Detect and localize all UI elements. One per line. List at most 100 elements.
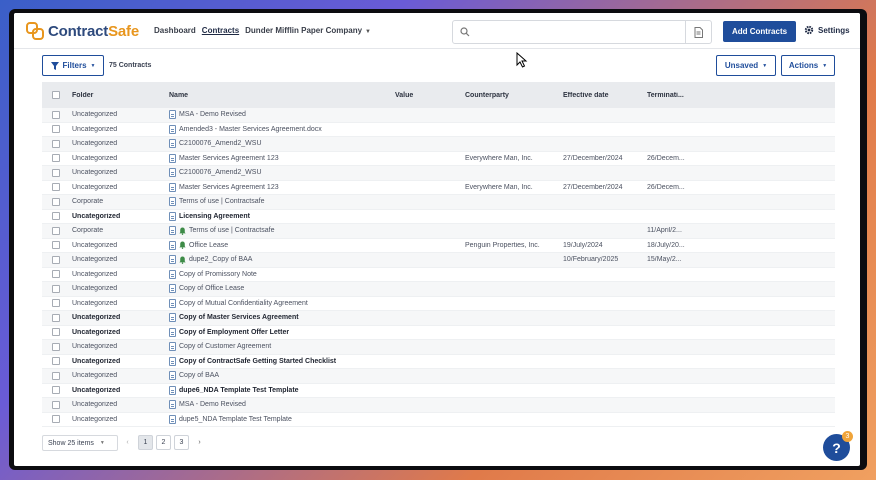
cell-name[interactable]: Terms of use | Contractsafe bbox=[169, 226, 395, 236]
select-all-checkbox[interactable] bbox=[52, 91, 60, 99]
row-checkbox[interactable] bbox=[52, 255, 60, 264]
table-row[interactable]: Uncategorized Copy of Employment Offer Le… bbox=[42, 326, 835, 340]
table-row[interactable]: Uncategorized C2100076_Amend2_WSU bbox=[42, 166, 835, 181]
row-checkbox[interactable] bbox=[52, 197, 60, 206]
cell-name[interactable]: Copy of Employment Offer Letter bbox=[169, 327, 395, 337]
row-checkbox[interactable] bbox=[52, 125, 60, 134]
contract-name-link[interactable]: Copy of BAA bbox=[179, 372, 219, 379]
table-row[interactable]: Corporate Terms of use | Contractsafe bbox=[42, 195, 835, 210]
table-row[interactable]: Uncategorized C2100076_Amend2_WSU bbox=[42, 137, 835, 152]
actions-dropdown[interactable]: Actions ▼ bbox=[781, 55, 835, 76]
row-checkbox[interactable] bbox=[52, 415, 60, 424]
cell-name[interactable]: Terms of use | Contractsafe bbox=[169, 197, 395, 207]
row-checkbox[interactable] bbox=[52, 154, 60, 163]
table-row[interactable]: Uncategorized Amended3 - Master Services … bbox=[42, 123, 835, 137]
contract-name-link[interactable]: MSA - Demo Revised bbox=[179, 401, 246, 408]
page-3-button[interactable]: 3 bbox=[174, 435, 189, 450]
contract-name-link[interactable]: Amended3 - Master Services Agreement.doc… bbox=[179, 126, 322, 133]
contract-name-link[interactable]: Copy of Mutual Confidentiality Agreement bbox=[179, 300, 308, 307]
table-row[interactable]: Uncategorized Copy of BAA bbox=[42, 369, 835, 384]
nav-contracts[interactable]: Contracts bbox=[202, 26, 239, 35]
table-row[interactable]: Uncategorized Office Lease Penguin Propert… bbox=[42, 239, 835, 253]
filters-button[interactable]: Filters ▼ bbox=[42, 55, 104, 76]
page-size-select[interactable]: Show 25 items ▼ bbox=[42, 435, 118, 451]
cell-name[interactable]: dupe5_NDA Template Test Template bbox=[169, 414, 395, 424]
table-row[interactable]: Uncategorized Copy of Office Lease bbox=[42, 282, 835, 297]
contract-name-link[interactable]: Master Services Agreement 123 bbox=[179, 155, 279, 162]
cell-name[interactable]: dupe2_Copy of BAA bbox=[169, 255, 395, 265]
contract-name-link[interactable]: Copy of ContractSafe Getting Started Che… bbox=[179, 358, 336, 365]
contract-name-link[interactable]: dupe2_Copy of BAA bbox=[189, 256, 252, 263]
row-checkbox[interactable] bbox=[52, 400, 60, 409]
cell-name[interactable]: Master Services Agreement 123 bbox=[169, 153, 395, 163]
column-value[interactable]: Value bbox=[395, 92, 465, 99]
contract-name-link[interactable]: Copy of Master Services Agreement bbox=[179, 314, 299, 321]
row-checkbox[interactable] bbox=[52, 328, 60, 337]
cell-name[interactable]: dupe6_NDA Template Test Template bbox=[169, 385, 395, 395]
table-row[interactable]: Uncategorized dupe5_NDA Template Test Tem… bbox=[42, 413, 835, 427]
contract-name-link[interactable]: MSA - Demo Revised bbox=[179, 111, 246, 118]
unsaved-view-dropdown[interactable]: Unsaved ▼ bbox=[716, 55, 776, 76]
row-checkbox[interactable] bbox=[52, 139, 60, 148]
row-checkbox[interactable] bbox=[52, 183, 60, 192]
table-row[interactable]: Uncategorized MSA - Demo Revised bbox=[42, 108, 835, 123]
table-row[interactable]: Uncategorized Licensing Agreement bbox=[42, 210, 835, 224]
search-bar[interactable] bbox=[452, 20, 712, 44]
row-checkbox[interactable] bbox=[52, 168, 60, 177]
contract-name-link[interactable]: C2100076_Amend2_WSU bbox=[179, 169, 262, 176]
table-row[interactable]: Uncategorized Master Services Agreement 1… bbox=[42, 181, 835, 195]
row-checkbox[interactable] bbox=[52, 270, 60, 279]
settings-link[interactable]: Settings bbox=[804, 25, 850, 35]
cell-name[interactable]: C2100076_Amend2_WSU bbox=[169, 139, 395, 149]
row-checkbox[interactable] bbox=[52, 371, 60, 380]
row-checkbox[interactable] bbox=[52, 212, 60, 221]
contract-name-link[interactable]: Copy of Customer Agreement bbox=[179, 343, 271, 350]
row-checkbox[interactable] bbox=[52, 299, 60, 308]
next-page-button[interactable]: › bbox=[192, 435, 207, 450]
cell-name[interactable]: Copy of Mutual Confidentiality Agreement bbox=[169, 298, 395, 308]
document-search-button[interactable] bbox=[685, 21, 711, 43]
column-name[interactable]: Name bbox=[169, 92, 395, 99]
nav-dashboard[interactable]: Dashboard bbox=[154, 26, 196, 35]
prev-page-button[interactable]: ‹ bbox=[120, 435, 135, 450]
contract-name-link[interactable]: Copy of Promissory Note bbox=[179, 271, 257, 278]
contract-name-link[interactable]: Office Lease bbox=[189, 242, 228, 249]
column-termination-date[interactable]: Terminati... bbox=[647, 92, 707, 99]
contract-name-link[interactable]: dupe6_NDA Template Test Template bbox=[179, 387, 299, 394]
table-row[interactable]: Uncategorized dupe2_Copy of BAA 10/Februar… bbox=[42, 253, 835, 268]
column-counterparty[interactable]: Counterparty bbox=[465, 92, 563, 99]
table-row[interactable]: Uncategorized Copy of Customer Agreement bbox=[42, 340, 835, 355]
cell-name[interactable]: Copy of ContractSafe Getting Started Che… bbox=[169, 356, 395, 366]
table-row[interactable]: Uncategorized MSA - Demo Revised bbox=[42, 398, 835, 413]
search-input[interactable] bbox=[475, 24, 675, 40]
contract-name-link[interactable]: Copy of Employment Offer Letter bbox=[179, 329, 289, 336]
cell-name[interactable]: Copy of Customer Agreement bbox=[169, 342, 395, 352]
cell-name[interactable]: Amended3 - Master Services Agreement.doc… bbox=[169, 124, 395, 134]
table-row[interactable]: Corporate Terms of use | Contractsafe 11/A… bbox=[42, 224, 835, 239]
contract-name-link[interactable]: Licensing Agreement bbox=[179, 213, 250, 220]
table-row[interactable]: Uncategorized Copy of ContractSafe Gettin… bbox=[42, 355, 835, 369]
row-checkbox[interactable] bbox=[52, 313, 60, 322]
contract-name-link[interactable]: dupe5_NDA Template Test Template bbox=[179, 416, 292, 423]
cell-name[interactable]: C2100076_Amend2_WSU bbox=[169, 168, 395, 178]
cell-name[interactable]: Licensing Agreement bbox=[169, 211, 395, 221]
row-checkbox[interactable] bbox=[52, 226, 60, 235]
cell-name[interactable]: Office Lease bbox=[169, 240, 395, 250]
table-row[interactable]: Uncategorized Master Services Agreement 1… bbox=[42, 152, 835, 166]
cell-name[interactable]: MSA - Demo Revised bbox=[169, 110, 395, 120]
cell-name[interactable]: Master Services Agreement 123 bbox=[169, 182, 395, 192]
contract-name-link[interactable]: Terms of use | Contractsafe bbox=[179, 198, 264, 205]
row-checkbox[interactable] bbox=[52, 241, 60, 250]
contractsafe-logo[interactable]: ContractSafe bbox=[26, 22, 139, 40]
contract-name-link[interactable]: Copy of Office Lease bbox=[179, 285, 244, 292]
contract-name-link[interactable]: Master Services Agreement 123 bbox=[179, 184, 279, 191]
contract-name-link[interactable]: Terms of use | Contractsafe bbox=[189, 227, 274, 234]
table-row[interactable]: Uncategorized Copy of Master Services Agr… bbox=[42, 311, 835, 326]
row-checkbox[interactable] bbox=[52, 386, 60, 395]
row-checkbox[interactable] bbox=[52, 284, 60, 293]
page-2-button[interactable]: 2 bbox=[156, 435, 171, 450]
table-row[interactable]: Uncategorized Copy of Mutual Confidential… bbox=[42, 297, 835, 311]
contract-name-link[interactable]: C2100076_Amend2_WSU bbox=[179, 140, 262, 147]
page-1-button[interactable]: 1 bbox=[138, 435, 153, 450]
table-row[interactable]: Uncategorized dupe6_NDA Template Test Tem… bbox=[42, 384, 835, 398]
